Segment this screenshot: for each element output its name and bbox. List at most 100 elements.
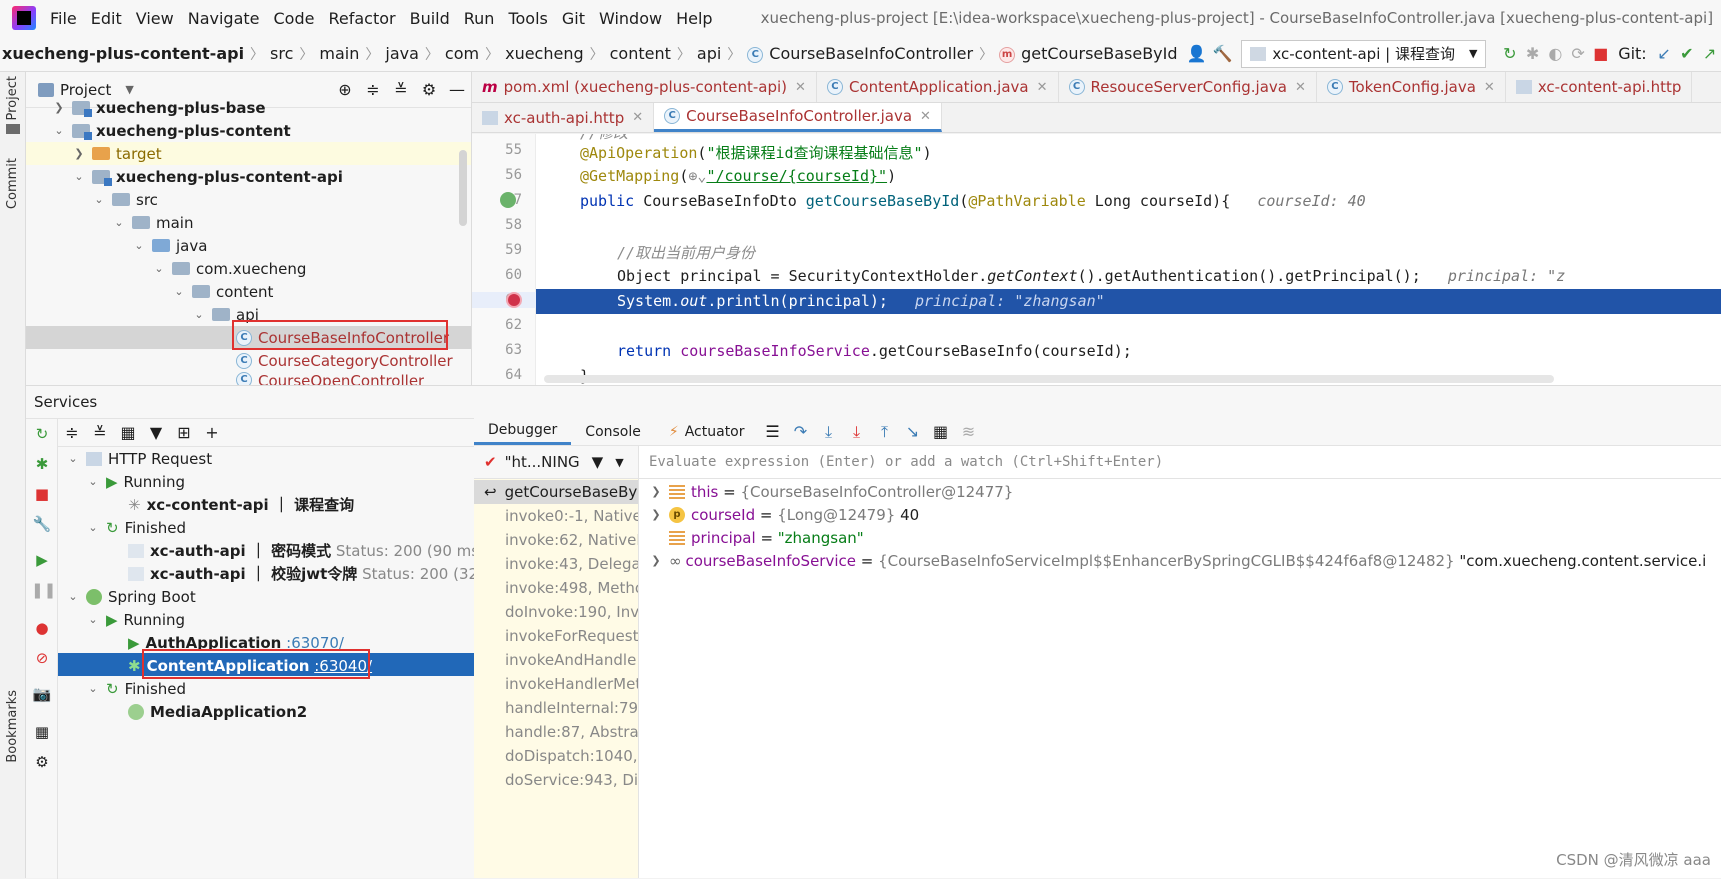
breadcrumb-com[interactable]: com [439,44,485,63]
tree-node[interactable]: ⌄HTTP Request [66,447,212,470]
run-to-cursor-icon[interactable]: ↘ [902,421,924,443]
breadcrumb-content[interactable]: content [604,44,677,63]
gear-icon[interactable]: ⚙ [31,753,53,771]
step-over-icon[interactable]: ↷ [790,421,812,443]
expand-all-icon[interactable]: ≑ [362,79,384,101]
stop-icon[interactable]: ■ [1592,43,1609,65]
menu-navigate[interactable]: Navigate [188,9,260,28]
variable-row[interactable]: principal = "zhangsan" [669,526,864,549]
gear-icon[interactable]: ⚙ [418,79,440,101]
tree-node[interactable]: ⌄java [132,234,207,257]
force-step-into-icon[interactable]: ⤓ [846,421,868,443]
add-icon[interactable]: + [201,422,223,444]
evaluate-expression-input[interactable]: Evaluate expression (Enter) or add a wat… [639,446,1721,479]
stack-frame[interactable]: invokeAndHandle:10 [474,648,639,672]
tree-node[interactable]: ⌄↻Finished [86,516,186,539]
tree-node[interactable]: CCourseCategoryController [236,349,453,372]
tab-xc-auth-api-http[interactable]: xc-auth-api.http✕ [472,103,654,132]
tree-node[interactable]: ✳xc-content-api ｜ 课程查询 [128,493,354,516]
git-push-icon[interactable]: ↗ [1701,43,1718,65]
tree-node[interactable]: ⌄content [172,280,273,303]
mute-breakpoints-icon[interactable]: ⊘ [31,649,53,667]
coverage-icon[interactable]: ◐ [1547,43,1564,65]
stack-frame[interactable]: invoke0:-1, NativeM [474,504,639,528]
group-icon[interactable]: ▦ [117,422,139,444]
layout-icon[interactable]: ▦ [31,723,53,741]
close-icon[interactable]: ✕ [1295,80,1306,95]
tab-token-config[interactable]: CTokenConfig.java✕ [1317,72,1506,102]
menu-edit[interactable]: Edit [91,9,122,28]
camera-icon[interactable]: 📷 [31,685,53,703]
breadcrumb-xuecheng[interactable]: xuecheng [499,44,590,63]
step-into-icon[interactable]: ⤓ [818,421,840,443]
stop-icon[interactable]: ■ [31,485,53,503]
profile-icon[interactable]: ⟳ [1570,43,1587,65]
close-icon[interactable]: ✕ [1484,80,1495,95]
locate-icon[interactable]: ⊕ [334,79,356,101]
tab-resource-server-config[interactable]: CResouceServerConfig.java✕ [1059,72,1317,102]
chevron-down-icon[interactable]: ▼ [615,456,623,469]
scrollbar[interactable] [459,150,467,226]
tree-node[interactable]: ⌄↻Finished [86,677,186,700]
close-icon[interactable]: ✕ [632,110,643,125]
filter-icon[interactable]: ▼ [145,422,167,444]
tree-node[interactable]: ⌄Spring Boot [66,585,196,608]
debug-bug-icon[interactable]: ✱ [31,455,53,473]
collapse-all-icon[interactable]: ≚ [89,422,111,444]
stack-frame[interactable]: invoke:43, Delegatin [474,552,639,576]
breadcrumb-method[interactable]: mgetCourseBaseById [993,44,1183,63]
stack-frame[interactable]: doService:943, Dispa [474,768,639,792]
rerun-icon[interactable]: ↻ [31,425,53,443]
tree-node[interactable]: ❯xuecheng-plus-base [52,96,266,119]
stack-frame[interactable]: invoke:498, Method [474,576,639,600]
tab-actuator[interactable]: ⚡Actuator [655,418,759,445]
tree-node[interactable]: CCourseOpenController [236,372,424,385]
tree-node[interactable]: ⌄src [92,188,158,211]
user-icon[interactable]: 👤 [1187,43,1207,65]
tree-node[interactable]: ⌄▶Running [86,608,185,631]
hide-icon[interactable]: — [446,79,468,101]
breakpoint-icon[interactable] [506,292,522,308]
chevron-down-icon[interactable]: ▼ [125,83,133,96]
tab-pom-xml[interactable]: mpom.xml (xuecheng-plus-content-api)✕ [472,72,817,102]
menu-tools[interactable]: Tools [508,9,547,28]
stack-frame[interactable]: invokeHandlerMetho [474,672,639,696]
menu-view[interactable]: View [136,9,174,28]
evaluate-icon[interactable]: ▦ [930,421,952,443]
menu-file[interactable]: File [50,9,77,28]
build-hammer-icon[interactable]: 🔨 [1212,43,1232,65]
menu-run[interactable]: Run [464,9,495,28]
wrench-icon[interactable]: 🔧 [31,515,53,533]
view-breakpoints-icon[interactable]: ● [31,619,53,637]
variable-row[interactable]: ❯this = {CourseBaseInfoController@12477} [649,480,1013,503]
menu-code[interactable]: Code [274,9,315,28]
tree-node[interactable]: ⌄com.xuecheng [152,257,306,280]
resume-icon[interactable]: ▶ [31,551,53,569]
stack-frame[interactable]: invoke:62, NativeMe [474,528,639,552]
project-tool-button[interactable]: Project [5,76,20,120]
tree-node[interactable]: xc-auth-api ｜ 校验jwt令牌 Status: 200 (32 ms… [128,562,511,585]
stack-frame-selected[interactable]: ↩getCourseBaseById:6 [474,480,639,504]
breadcrumb-module[interactable]: xuecheng-plus-content-api [0,44,250,63]
thread-selector[interactable]: ✔ "ht...NING ▼ ▼ [474,446,638,479]
git-update-icon[interactable]: ↙ [1656,43,1673,65]
tab-content-application[interactable]: CContentApplication.java✕ [817,72,1059,102]
tree-node[interactable]: ❯target [26,142,471,165]
new-tab-icon[interactable]: ⊞ [173,422,195,444]
stack-frame[interactable]: doInvoke:190, Invoc [474,600,639,624]
trace-icon[interactable]: ≋ [958,421,980,443]
menu-build[interactable]: Build [410,9,450,28]
breadcrumb-class[interactable]: CCourseBaseInfoController [741,44,979,63]
variable-row[interactable]: ❯∞courseBaseInfoService = {CourseBaseInf… [649,549,1706,572]
breadcrumb-main[interactable]: main [313,44,365,63]
close-icon[interactable]: ✕ [1037,80,1048,95]
expand-all-icon[interactable]: ≑ [61,422,83,444]
horizontal-scrollbar[interactable] [544,375,1554,383]
tree-node[interactable]: ⌄xuecheng-plus-content [52,119,291,142]
step-out-icon[interactable]: ⤒ [874,421,896,443]
tab-debugger[interactable]: Debugger [474,418,571,445]
breadcrumb-src[interactable]: src [264,44,299,63]
debug-icon[interactable]: ✱ [1524,43,1541,65]
breadcrumb-java[interactable]: java [379,44,425,63]
tree-node[interactable]: xc-auth-api ｜ 密码模式 Status: 200 (90 ms) [128,539,485,562]
